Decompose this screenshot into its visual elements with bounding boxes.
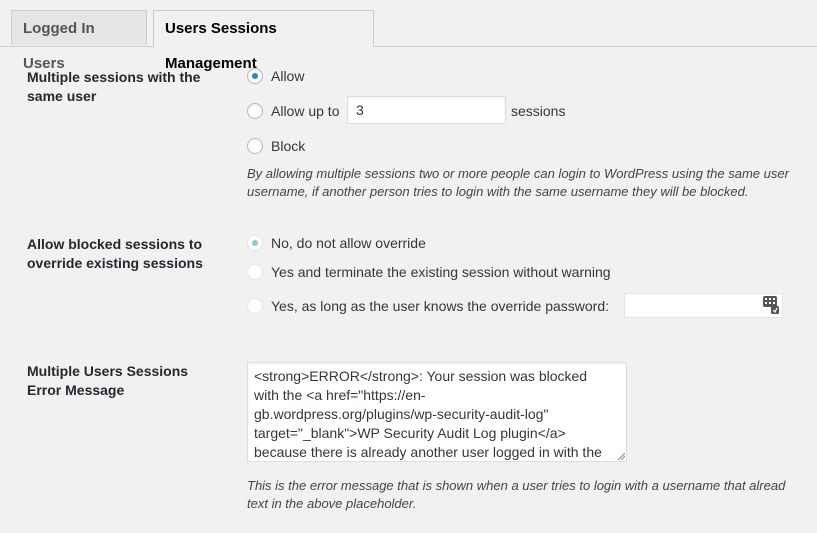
override-label: Allow blocked sessions to override exist… (27, 235, 227, 273)
error-message-description-line1: This is the error message that is shown … (247, 478, 786, 493)
radio-allow-label: Allow (271, 68, 305, 84)
tab-logged-in-users[interactable]: Logged In Users (11, 10, 147, 72)
multiple-sessions-description-line2: username, if another person tries to log… (247, 184, 749, 199)
override-label-line2: override existing sessions (27, 255, 203, 271)
radio-override-password[interactable]: Yes, as long as the user knows the overr… (247, 295, 609, 317)
radio-no-override-indicator[interactable] (247, 235, 263, 251)
sessions-suffix-label: sessions (511, 103, 566, 119)
error-message-label: Multiple Users Sessions Error Message (27, 362, 227, 400)
textarea-line: target="_blank">WP Security Audit Log pl… (254, 425, 566, 441)
multiple-sessions-label-line2: same user (27, 88, 97, 104)
radio-override-password-indicator[interactable] (247, 298, 263, 314)
override-password-input[interactable] (624, 293, 783, 318)
error-message-description-line2: text in the above placeholder. (247, 496, 417, 511)
radio-terminate-session-indicator[interactable] (247, 264, 263, 280)
radio-allow-up-to-prefix: Allow up to (271, 103, 340, 119)
radio-no-override[interactable]: No, do not allow override (247, 232, 426, 254)
textarea-line: with the <a href="https://en- (254, 387, 426, 403)
error-message-label-line2: Error Message (27, 382, 125, 398)
textarea-line: <strong>ERROR</strong>: Your session was… (254, 368, 588, 384)
textarea-line: because there is already another user lo… (254, 444, 602, 460)
radio-block-label: Block (271, 138, 306, 154)
textarea-line: gb.wordpress.org/plugins/wp-security-aud… (254, 406, 549, 422)
multiple-sessions-description: By allowing multiple sessions two or mor… (247, 165, 789, 201)
radio-allow-indicator[interactable] (247, 68, 263, 84)
radio-no-override-label: No, do not allow override (271, 235, 426, 251)
radio-block[interactable]: Block (247, 135, 305, 157)
multiple-sessions-label: Multiple sessions with the same user (27, 68, 227, 106)
radio-override-password-label: Yes, as long as the user knows the overr… (271, 298, 610, 314)
radio-terminate-session[interactable]: Yes and terminate the existing session w… (247, 261, 611, 283)
radio-allow-up-to[interactable]: Allow up to (247, 100, 339, 122)
radio-allow-up-to-indicator[interactable] (247, 103, 263, 119)
multiple-sessions-description-line1: By allowing multiple sessions two or mor… (247, 166, 789, 181)
resize-handle-icon[interactable] (617, 452, 625, 460)
tab-bar: Logged In Users Users Sessions Managemen… (0, 0, 817, 72)
error-message-label-line1: Multiple Users Sessions (27, 363, 189, 379)
tab-users-sessions-management[interactable]: Users Sessions Management (153, 10, 374, 72)
keyboard-icon[interactable] (763, 296, 779, 314)
max-sessions-input[interactable]: 3 (347, 96, 506, 124)
radio-allow[interactable]: Allow (247, 65, 304, 87)
radio-terminate-session-label: Yes and terminate the existing session w… (271, 264, 611, 280)
error-message-textarea[interactable]: <strong>ERROR</strong>: Your session was… (247, 362, 627, 462)
override-label-line1: Allow blocked sessions to (27, 236, 203, 252)
error-message-description: This is the error message that is shown … (247, 477, 785, 513)
radio-block-indicator[interactable] (247, 138, 263, 154)
multiple-sessions-label-line1: Multiple sessions with the (27, 69, 201, 85)
sessions-suffix-row: sessions (511, 100, 565, 122)
